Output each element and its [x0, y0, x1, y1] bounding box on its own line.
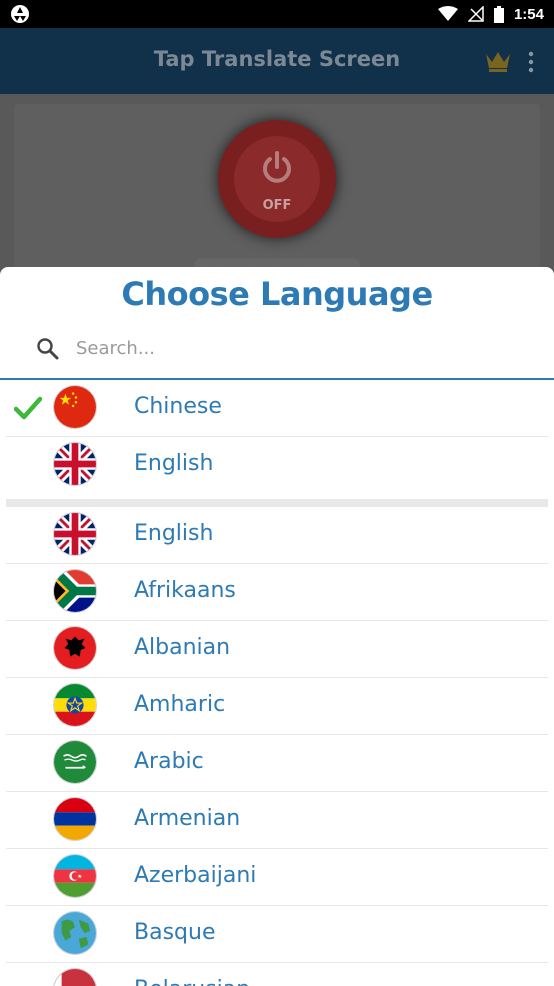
ethiopia-flag-icon — [53, 683, 97, 727]
power-icon — [263, 151, 291, 183]
language-item-english[interactable]: English — [6, 507, 548, 564]
globe-icon — [53, 911, 97, 955]
language-list: Chinese English English Afrikaans Albani… — [0, 380, 554, 986]
app-bar: Tap Translate Screen — [0, 28, 554, 94]
search-input[interactable] — [76, 333, 516, 363]
crown-icon[interactable] — [484, 48, 512, 72]
uk-flag-icon — [53, 512, 97, 556]
language-item-belarusian[interactable]: Belarusian — [6, 963, 548, 986]
language-item-armenian[interactable]: Armenian — [6, 792, 548, 849]
app-notification-icon — [11, 5, 29, 23]
wifi-icon — [437, 6, 458, 21]
language-label: Albanian — [134, 635, 231, 660]
south-africa-flag-icon — [53, 569, 97, 613]
china-flag-icon — [53, 385, 97, 429]
no-signal-icon — [467, 6, 484, 22]
checkmark-icon — [14, 396, 42, 420]
language-label: Basque — [134, 920, 216, 945]
clock: 1:54 — [513, 5, 544, 23]
power-button[interactable]: OFF — [218, 120, 336, 238]
language-item-english-recent[interactable]: English — [6, 437, 548, 493]
saudi-arabia-flag-icon — [53, 740, 97, 784]
armenia-flag-icon — [53, 797, 97, 841]
albania-flag-icon — [53, 626, 97, 670]
power-state-label: OFF — [262, 198, 292, 213]
language-label: Afrikaans — [134, 578, 236, 603]
dialog-title: Choose Language — [121, 275, 433, 313]
language-item-azerbaijani[interactable]: Azerbaijani — [6, 849, 548, 906]
app-title: Tap Translate Screen — [153, 47, 401, 71]
language-item-albanian[interactable]: Albanian — [6, 621, 548, 678]
choose-language-dialog: Choose Language Chinese — [0, 267, 554, 986]
overflow-menu-icon[interactable] — [526, 50, 536, 74]
status-bar: 1:54 — [0, 0, 554, 28]
language-label: Azerbaijani — [134, 863, 257, 888]
language-label: English — [134, 451, 214, 476]
section-divider — [6, 499, 548, 507]
language-label: English — [134, 521, 214, 546]
belarus-flag-icon — [53, 968, 97, 986]
azerbaijan-flag-icon — [53, 854, 97, 898]
language-item-arabic[interactable]: Arabic — [6, 735, 548, 792]
battery-icon — [493, 5, 504, 23]
language-item-chinese[interactable]: Chinese — [6, 380, 548, 437]
language-label: Amharic — [134, 692, 226, 717]
language-label: Armenian — [134, 806, 241, 831]
language-label: Arabic — [134, 749, 204, 774]
language-item-amharic[interactable]: Amharic — [6, 678, 548, 735]
language-label: Belarusian — [134, 977, 250, 986]
search-row — [0, 325, 554, 377]
search-icon — [37, 338, 59, 360]
language-item-basque[interactable]: Basque — [6, 906, 548, 963]
language-label: Chinese — [134, 394, 222, 419]
language-item-afrikaans[interactable]: Afrikaans — [6, 564, 548, 621]
uk-flag-icon — [53, 442, 97, 486]
